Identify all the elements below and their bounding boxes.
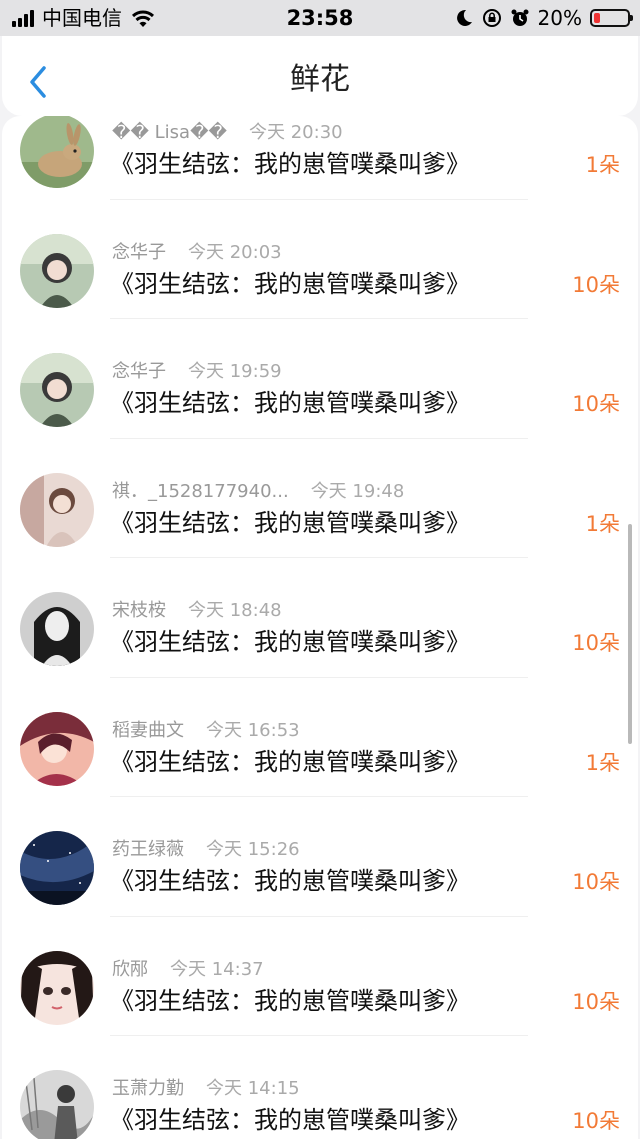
list-item[interactable]: 稻妻曲文 今天 16:53 《羽生结弦：我的崽管噗桑叫爹》 1朵 (2, 678, 638, 797)
scrollbar[interactable] (628, 524, 632, 744)
list-content: �� Lisa�� 今天 20:30 《羽生结弦：我的崽管噗桑叫爹》 1朵 念华子… (2, 116, 638, 1139)
avatar[interactable] (20, 472, 94, 547)
flower-count: 10朵 (572, 1109, 620, 1133)
flower-count: 1朵 (585, 153, 620, 177)
flower-count: 10朵 (572, 631, 620, 655)
list-item[interactable]: 药王绿薇 今天 15:26 《羽生结弦：我的崽管噗桑叫爹》 10朵 (2, 797, 638, 917)
battery-level (594, 13, 600, 23)
list-item[interactable]: 宋枝桉 今天 18:48 《羽生结弦：我的崽管噗桑叫爹》 10朵 (2, 558, 638, 678)
book-title: 《羽生结弦：我的崽管噗桑叫爹》 (110, 628, 470, 656)
alarm-icon (511, 9, 529, 26)
sender-name[interactable]: 祺．_1528177940... (112, 481, 289, 502)
book-title: 《羽生结弦：我的崽管噗桑叫爹》 (110, 150, 470, 178)
battery-icon (590, 9, 633, 27)
list-item[interactable]: 念华子 今天 20:03 《羽生结弦：我的崽管噗桑叫爹》 10朵 (2, 200, 638, 319)
flower-count: 10朵 (572, 989, 620, 1014)
list-item[interactable]: �� Lisa�� 今天 20:30 《羽生结弦：我的崽管噗桑叫爹》 1朵 (2, 116, 638, 200)
rotation-lock-icon (482, 9, 501, 27)
status-right: 20% (454, 6, 633, 30)
book-title: 《羽生结弦：我的崽管噗桑叫爹》 (110, 389, 470, 417)
book-title: 《羽生结弦：我的崽管噗桑叫爹》 (110, 269, 470, 298)
sender-name[interactable]: 稻妻曲文 (112, 720, 184, 741)
gift-time: 今天 19:59 (188, 361, 282, 382)
sender-meta: 宋枝桉 今天 18:48 (112, 599, 282, 623)
avatar[interactable] (20, 116, 94, 188)
sender-name[interactable]: 念华子 (112, 361, 166, 382)
page-title: 鲜花 (290, 62, 350, 97)
flower-count: 10朵 (572, 392, 620, 416)
book-title: 《羽生结弦：我的崽管噗桑叫爹》 (110, 986, 470, 1015)
gift-time: 今天 20:03 (188, 241, 282, 263)
sender-meta: 念华子 今天 20:03 (112, 241, 282, 265)
book-title: 《羽生结弦：我的崽管噗桑叫爹》 (110, 867, 470, 895)
battery-percent: 20% (537, 6, 582, 30)
sender-meta: �� Lisa�� 今天 20:30 (112, 121, 343, 145)
avatar[interactable] (20, 233, 94, 308)
book-title: 《羽生结弦：我的崽管噗桑叫爹》 (110, 1106, 470, 1134)
status-bar: 中国电信 23:58 20% (0, 0, 640, 36)
avatar[interactable] (20, 353, 94, 427)
sender-meta: 稻妻曲文 今天 16:53 (112, 719, 300, 743)
flower-gift-list[interactable]: �� Lisa�� 今天 20:30 《羽生结弦：我的崽管噗桑叫爹》 1朵 念华子… (2, 116, 638, 1139)
list-item[interactable]: 祺．_1528177940... 今天 19:48 《羽生结弦：我的崽管噗桑叫爹》… (2, 439, 638, 558)
gift-time: 今天 20:30 (249, 122, 343, 143)
sender-name[interactable]: 念华子 (112, 242, 166, 263)
flower-count: 1朵 (585, 750, 620, 775)
gift-time: 今天 16:53 (206, 719, 300, 741)
moon-icon (456, 9, 472, 26)
book-title: 《羽生结弦：我的崽管噗桑叫爹》 (110, 508, 470, 537)
flower-count: 10朵 (572, 870, 620, 894)
sender-meta: 欣邴 今天 14:37 (112, 958, 264, 982)
sender-name[interactable]: 玉萧力勤 (112, 1078, 184, 1099)
avatar[interactable] (20, 1070, 94, 1139)
avatar[interactable] (20, 711, 94, 786)
sender-name[interactable]: 欣邴 (112, 959, 148, 980)
list-item[interactable]: 欣邴 今天 14:37 《羽生结弦：我的崽管噗桑叫爹》 10朵 (2, 917, 638, 1036)
sender-meta: 玉萧力勤 今天 14:15 (112, 1077, 300, 1101)
flower-count: 1朵 (585, 511, 620, 536)
gift-time: 今天 14:37 (170, 958, 264, 980)
book-title: 《羽生结弦：我的崽管噗桑叫爹》 (110, 747, 470, 776)
gift-time: 今天 14:15 (206, 1078, 300, 1099)
avatar[interactable] (20, 592, 94, 666)
avatar[interactable] (20, 831, 94, 905)
sender-meta: 药王绿薇 今天 15:26 (112, 838, 300, 862)
sender-name[interactable]: 宋枝桉 (112, 600, 166, 621)
gift-time: 今天 15:26 (206, 839, 300, 860)
avatar[interactable] (20, 950, 94, 1025)
flower-count: 10朵 (572, 272, 620, 297)
sender-name[interactable]: 药王绿薇 (112, 839, 184, 860)
list-item[interactable]: 玉萧力勤 今天 14:15 《羽生结弦：我的崽管噗桑叫爹》 10朵 (2, 1036, 638, 1139)
sender-meta: 祺．_1528177940... 今天 19:48 (112, 480, 404, 504)
gift-time: 今天 19:48 (310, 480, 405, 502)
sender-meta: 念华子 今天 19:59 (112, 360, 282, 384)
nav-header: 鲜花 (2, 36, 638, 116)
sender-name[interactable]: �� Lisa�� (112, 122, 227, 143)
list-item[interactable]: 念华子 今天 19:59 《羽生结弦：我的崽管噗桑叫爹》 10朵 (2, 319, 638, 439)
gift-time: 今天 18:48 (188, 600, 282, 621)
